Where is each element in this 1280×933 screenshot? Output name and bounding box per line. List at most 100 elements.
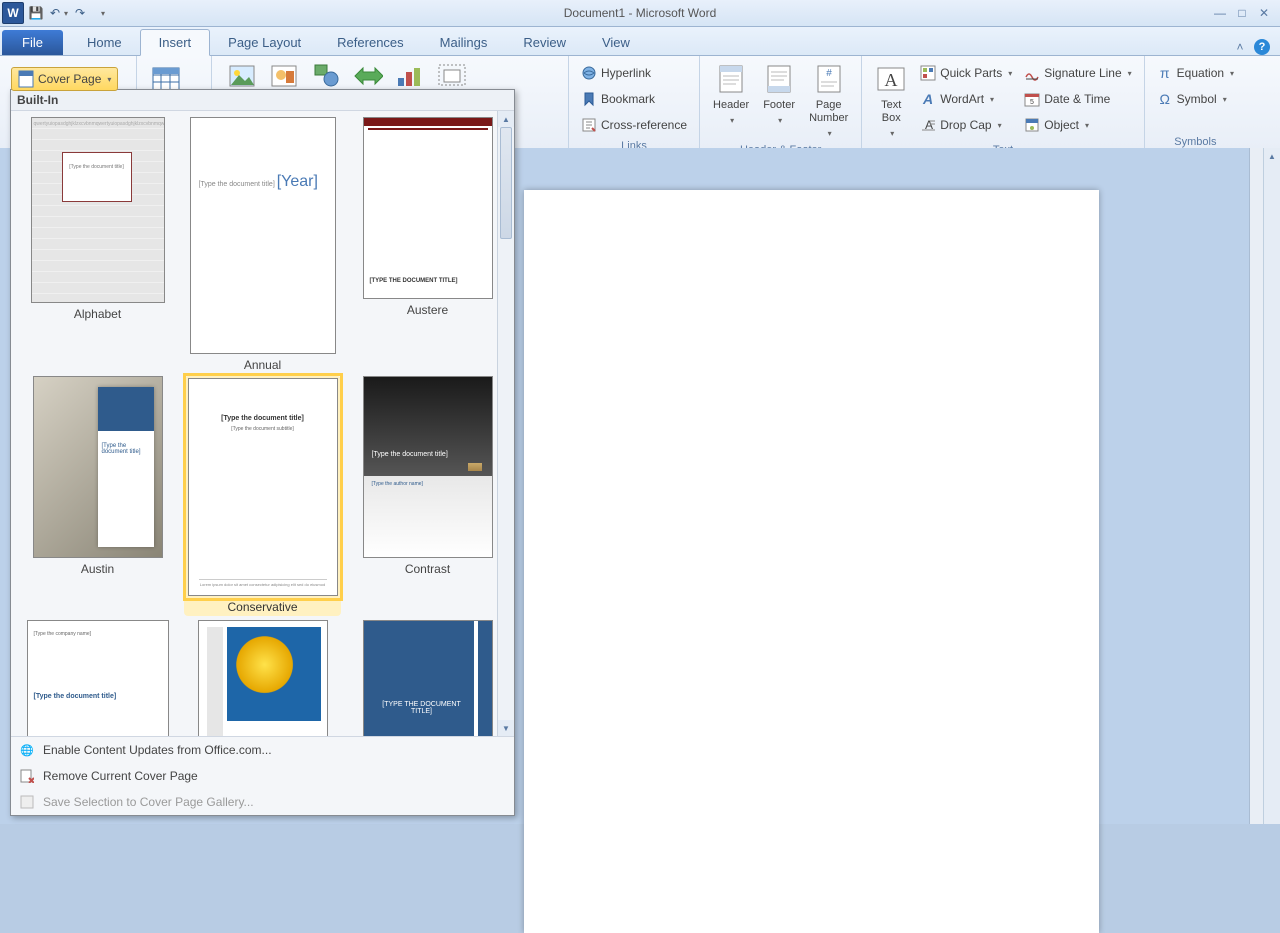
redo-icon: ↷ <box>72 5 88 21</box>
cover-page-icon <box>18 71 34 87</box>
window-title: Document1 - Microsoft Word <box>0 6 1280 20</box>
word-app-icon[interactable]: W <box>2 2 24 24</box>
redo-button[interactable]: ↷ <box>70 3 90 23</box>
footer-button[interactable]: Footer▾ <box>758 60 800 129</box>
minimize-ribbon[interactable]: ˄ <box>1232 39 1248 55</box>
gallery-item-austere[interactable]: [TYPE THE DOCUMENT TITLE] Austere <box>349 117 506 372</box>
equation-icon: π <box>1157 65 1173 81</box>
close-button[interactable]: ✕ <box>1256 5 1272 21</box>
tab-references[interactable]: References <box>319 30 421 55</box>
gallery-scrollbar[interactable]: ▲ ▼ <box>497 111 514 736</box>
tab-home[interactable]: Home <box>69 30 140 55</box>
tab-review[interactable]: Review <box>505 30 584 55</box>
tab-file[interactable]: File <box>2 30 63 55</box>
tab-view[interactable]: View <box>584 30 648 55</box>
thumb-annual: [Type the document title] [Year] <box>190 117 336 354</box>
gallery-item-annual[interactable]: [Type the document title] [Year] Annual <box>184 117 341 372</box>
gallery-scroll-up[interactable]: ▲ <box>498 111 514 127</box>
svg-text:A: A <box>922 91 933 107</box>
vertical-scrollbar[interactable]: ▲ <box>1263 148 1280 824</box>
shapes-icon <box>310 60 342 92</box>
cover-page-gallery: Built-In qwertyuiopasdghjklzxcvbnmqwerty… <box>10 89 515 816</box>
gallery-item-contrast[interactable]: [Type the document title][Type the autho… <box>349 376 506 616</box>
menu-save-selection: Save Selection to Cover Page Gallery... <box>11 789 514 815</box>
svg-text:5: 5 <box>1030 99 1034 106</box>
crossref-icon <box>581 117 597 133</box>
symbol-icon: Ω <box>1157 91 1173 107</box>
object-button[interactable]: Object▾ <box>1020 112 1135 138</box>
textbox-icon: A <box>875 63 907 95</box>
thumb-grid: [TYPE THE DOCUMENT TITLE] <box>363 620 493 736</box>
menu-remove-cover[interactable]: Remove Current Cover Page <box>11 763 514 789</box>
gallery-item-austin[interactable]: [Type the document title] Austin <box>19 376 176 616</box>
signature-icon <box>1024 65 1040 81</box>
undo-button[interactable]: ↶▾ <box>48 3 68 23</box>
vertical-ruler <box>1249 148 1264 824</box>
gallery-heading: Built-In <box>11 90 514 111</box>
datetime-icon: 5 <box>1024 91 1040 107</box>
hyperlink-icon <box>581 65 597 81</box>
gallery-item-cubicles[interactable]: [Type the company name][Type the documen… <box>19 620 176 736</box>
textbox-button[interactable]: AText Box▾ <box>870 60 912 142</box>
group-symbols: πEquation▾ ΩSymbol▾ Symbols <box>1145 56 1246 150</box>
svg-text:#: # <box>826 68 832 79</box>
svg-text:A: A <box>885 70 898 90</box>
date-time-button[interactable]: 5Date & Time <box>1020 86 1135 112</box>
header-button[interactable]: Header▾ <box>708 60 754 129</box>
tab-page-layout[interactable]: Page Layout <box>210 30 319 55</box>
save-icon: 💾 <box>28 5 44 21</box>
remove-icon <box>19 768 35 784</box>
gallery-item-conservative[interactable]: [Type the document title][Type the docum… <box>184 376 341 616</box>
menu-office-updates[interactable]: 🌐Enable Content Updates from Office.com.… <box>11 737 514 763</box>
footer-icon <box>763 63 795 95</box>
help-button[interactable]: ? <box>1254 39 1270 55</box>
picture-icon <box>226 60 258 92</box>
group-header-footer: Header▾ Footer▾ #Page Number▾ Header & F… <box>700 56 862 150</box>
hyperlink-button[interactable]: Hyperlink <box>577 60 691 86</box>
gallery-item-grid[interactable]: [TYPE THE DOCUMENT TITLE] Grid <box>349 620 506 736</box>
maximize-button[interactable]: □ <box>1234 5 1250 21</box>
gallery-footer: 🌐Enable Content Updates from Office.com.… <box>11 736 514 815</box>
dropcap-button[interactable]: ADrop Cap▾ <box>916 112 1016 138</box>
quickparts-icon <box>920 65 936 81</box>
chart-icon <box>394 60 426 92</box>
thumb-conservative: [Type the document title][Type the docum… <box>188 378 338 596</box>
quickparts-button[interactable]: Quick Parts▾ <box>916 60 1016 86</box>
tab-mailings[interactable]: Mailings <box>422 30 506 55</box>
gallery-scroll-thumb[interactable] <box>500 127 512 239</box>
symbol-button[interactable]: ΩSymbol▾ <box>1153 86 1238 112</box>
thumb-austere: [TYPE THE DOCUMENT TITLE] <box>363 117 493 299</box>
thumb-alphabet: qwertyuiopasdghjklzxcvbnmqwertyuiopasdgh… <box>31 117 165 303</box>
gallery-item-exposure[interactable]: Exposure <box>184 620 341 736</box>
page-number-button[interactable]: #Page Number▾ <box>804 60 853 142</box>
gallery-scroll-down[interactable]: ▼ <box>498 720 514 736</box>
scroll-up[interactable]: ▲ <box>1264 148 1280 164</box>
group-text: AText Box▾ Quick Parts▾ AWordArt▾ ADrop … <box>862 56 1144 150</box>
screenshot-icon <box>436 60 468 92</box>
undo-icon: ↶ <box>48 5 62 21</box>
gallery-item-alphabet[interactable]: qwertyuiopasdghjklzxcvbnmqwertyuiopasdgh… <box>19 117 176 372</box>
equation-button[interactable]: πEquation▾ <box>1153 60 1238 86</box>
signature-line-button[interactable]: Signature Line▾ <box>1020 60 1135 86</box>
save-button[interactable]: 💾 <box>26 3 46 23</box>
title-bar: W 💾 ↶▾ ↷ ▾ Document1 - Microsoft Word — … <box>0 0 1280 27</box>
qat-customize[interactable]: ▾ <box>92 3 112 23</box>
group-links: Hyperlink Bookmark Cross-reference Links <box>569 56 700 150</box>
cover-page-button[interactable]: Cover Page▾ <box>11 67 118 91</box>
window-controls: — □ ✕ <box>1212 5 1280 21</box>
wordart-icon: A <box>920 91 936 107</box>
page-number-icon: # <box>813 63 845 95</box>
ribbon-tabs: File Home Insert Page Layout References … <box>0 27 1280 56</box>
dropcap-icon: A <box>920 117 936 133</box>
object-icon <box>1024 117 1040 133</box>
gallery-body: qwertyuiopasdghjklzxcvbnmqwertyuiopasdgh… <box>11 111 514 736</box>
crossref-button[interactable]: Cross-reference <box>577 112 691 138</box>
wordart-button[interactable]: AWordArt▾ <box>916 86 1016 112</box>
tab-insert[interactable]: Insert <box>140 29 211 56</box>
document-page[interactable] <box>524 190 1099 933</box>
thumb-austin: [Type the document title] <box>33 376 163 558</box>
thumb-contrast: [Type the document title][Type the autho… <box>363 376 493 558</box>
minimize-button[interactable]: — <box>1212 5 1228 21</box>
smartart-icon <box>352 60 384 92</box>
bookmark-button[interactable]: Bookmark <box>577 86 691 112</box>
